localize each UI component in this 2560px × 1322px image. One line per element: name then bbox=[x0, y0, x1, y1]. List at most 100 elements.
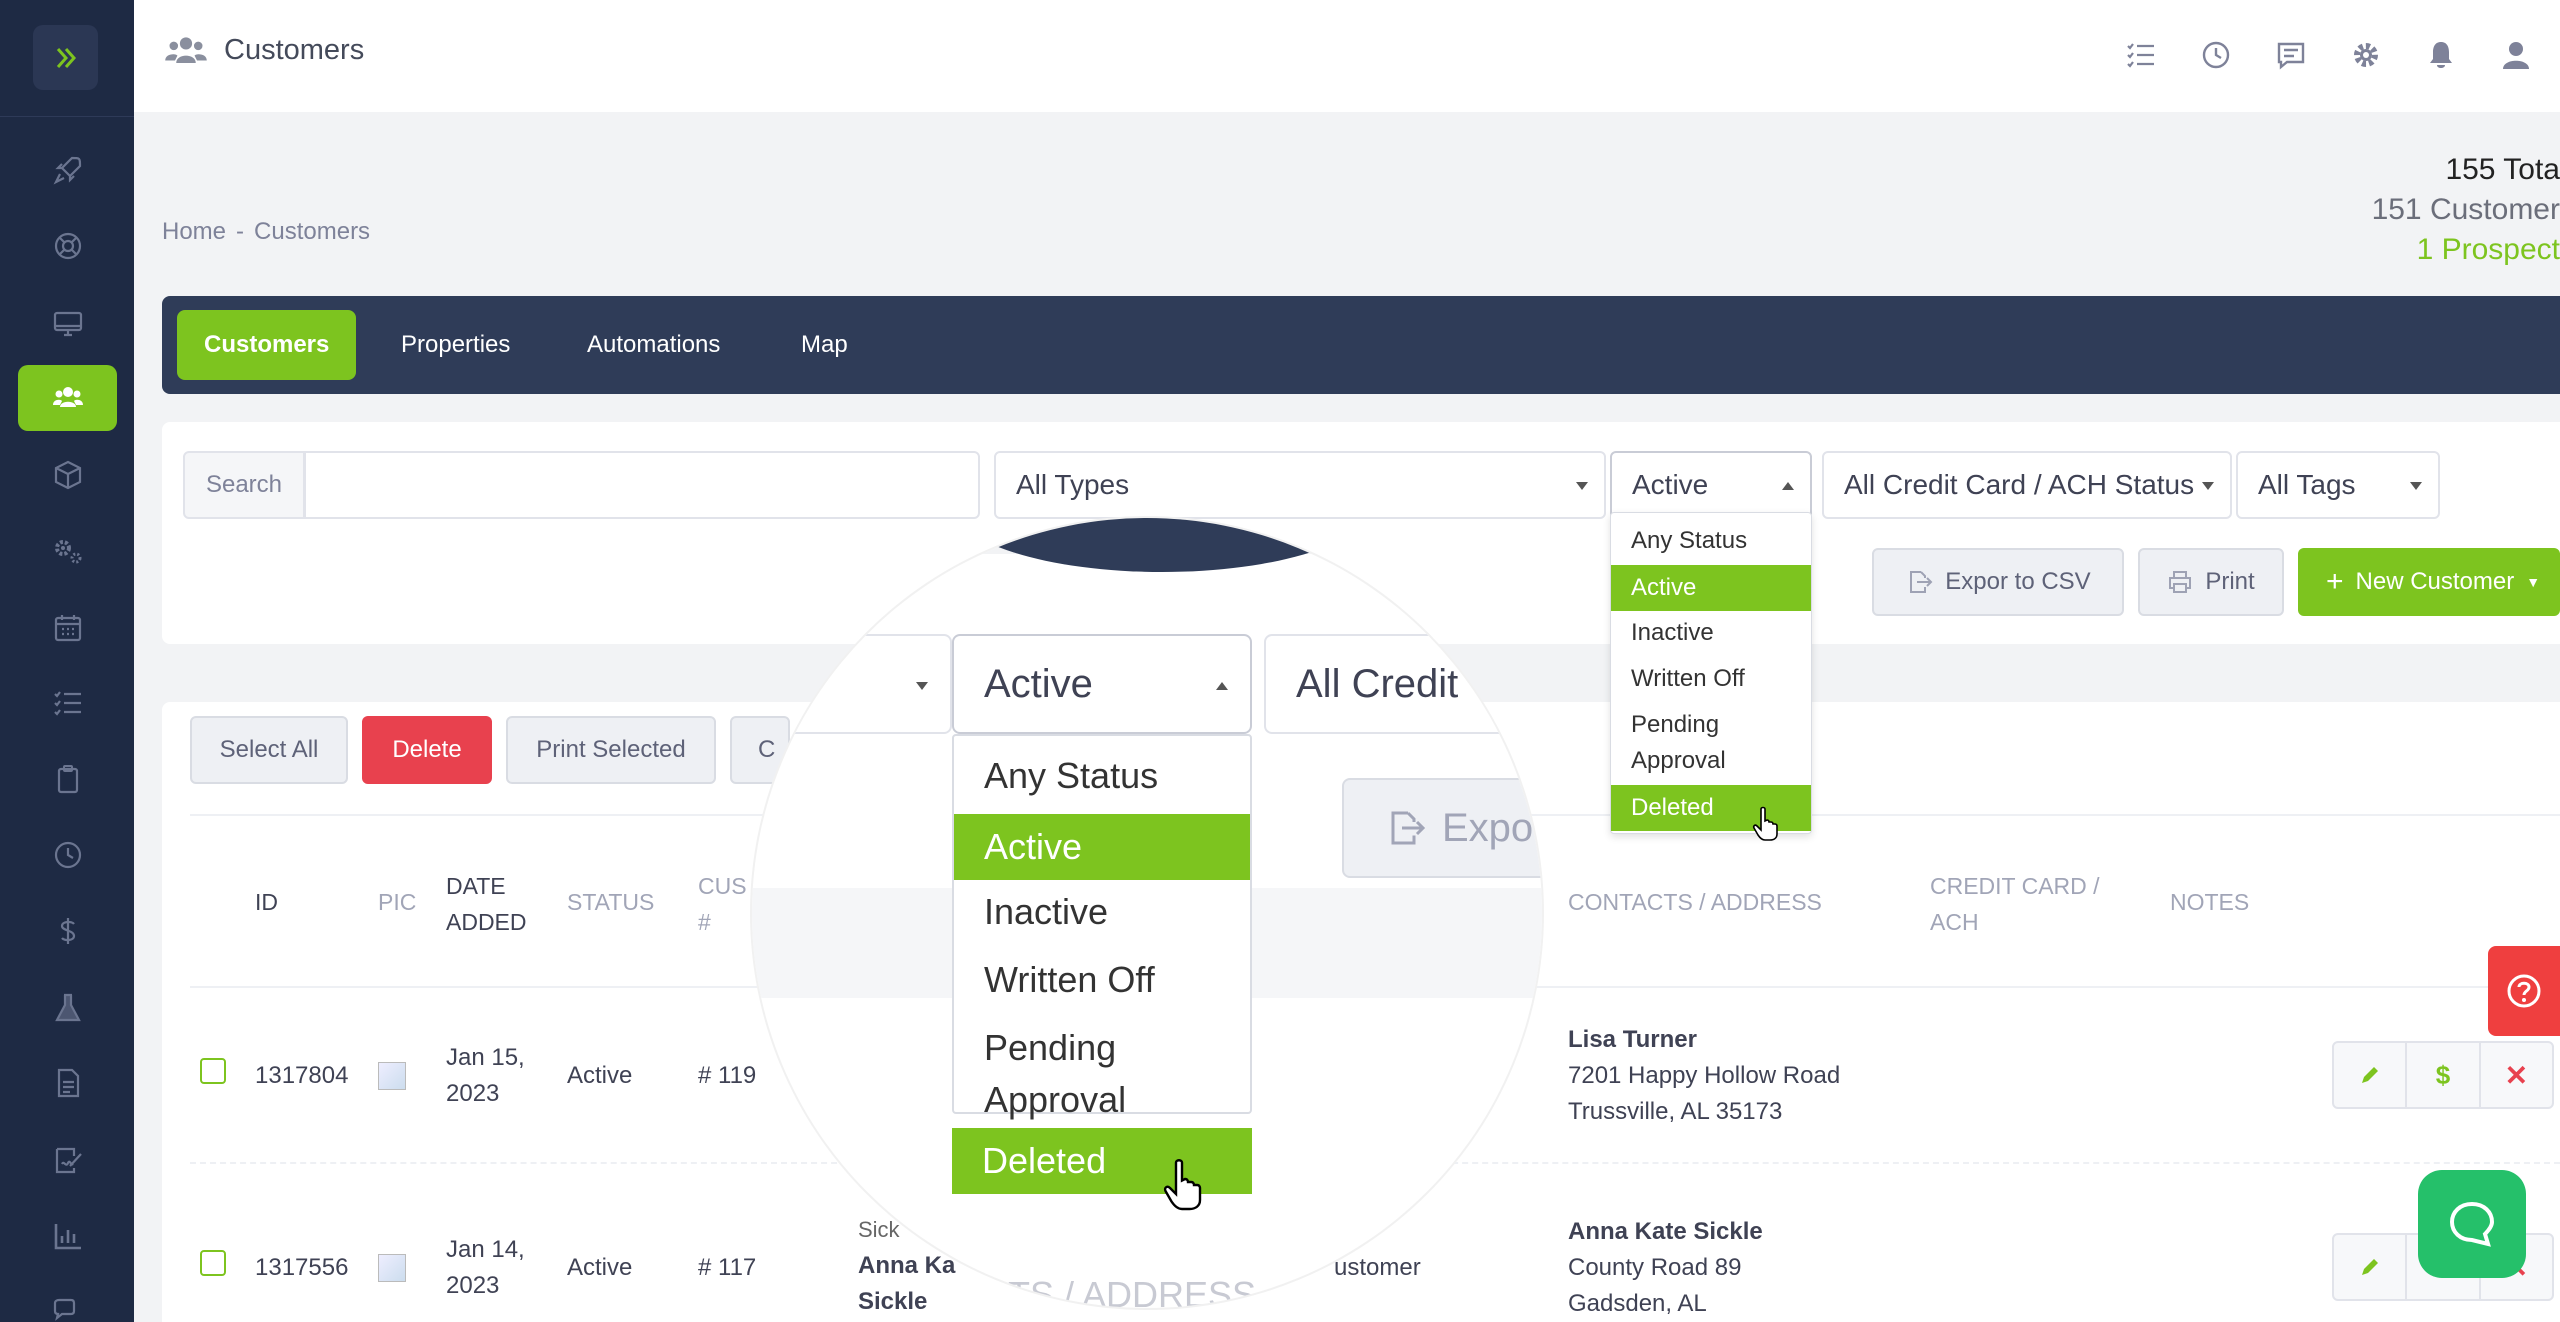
chat-bubbles-icon bbox=[53, 1298, 75, 1321]
edit-button[interactable] bbox=[2334, 1043, 2408, 1107]
sidebar-item-calendar[interactable] bbox=[18, 595, 117, 661]
status-option-any[interactable]: Any Status bbox=[1611, 523, 1811, 559]
new-customer-button[interactable]: + New Customer ▼ bbox=[2298, 548, 2560, 616]
sidebar-item-products[interactable] bbox=[18, 442, 117, 508]
edit-button[interactable] bbox=[2334, 1235, 2408, 1299]
sidebar-item-customers[interactable] bbox=[18, 365, 117, 431]
clock-icon[interactable] bbox=[2199, 38, 2233, 72]
contact-address-line-1: 7201 Happy Hollow Road bbox=[1568, 1062, 1841, 1089]
dollar-icon bbox=[60, 918, 75, 944]
column-header-notes: NOTES bbox=[2170, 889, 2250, 915]
sidebar-item-lab[interactable] bbox=[18, 975, 117, 1041]
chevron-down-icon bbox=[1576, 482, 1588, 490]
clipboard-icon bbox=[57, 765, 78, 794]
top-header: Customers bbox=[134, 0, 2560, 112]
magnifier-status-value: Active bbox=[984, 661, 1093, 706]
magnifier-payment-value: All Credit bbox=[1296, 661, 1459, 706]
tab-automations[interactable]: Automations bbox=[560, 310, 747, 380]
tab-map[interactable]: Map bbox=[774, 310, 875, 380]
column-header-contacts[interactable]: CONTACTS / ADDRESS bbox=[1568, 884, 1822, 920]
contact-name[interactable]: Anna Kate Sickle bbox=[1568, 1214, 1763, 1250]
zoom-magnifier: Active All Credit Expor CTS / ADDRESS An… bbox=[752, 518, 1542, 1308]
status-option-inactive[interactable]: Inactive bbox=[1611, 615, 1811, 651]
question-circle-icon bbox=[2507, 974, 2541, 1008]
search-input[interactable] bbox=[304, 451, 980, 519]
payment-status-value: All Credit Card / ACH Status bbox=[1844, 469, 2195, 500]
remove-button[interactable]: ✕ bbox=[2481, 1043, 2552, 1107]
message-icon[interactable] bbox=[2274, 38, 2308, 72]
live-chat-button[interactable] bbox=[2418, 1170, 2526, 1278]
cc-header-line-2: ACH bbox=[1930, 909, 1979, 935]
status-option-pending-approval[interactable]: Pending Approval bbox=[1611, 707, 1811, 779]
hand-cursor-icon bbox=[1752, 806, 1778, 841]
sidebar-item-settings[interactable] bbox=[18, 518, 117, 584]
cube-icon bbox=[54, 460, 81, 490]
column-header-id[interactable]: ID bbox=[255, 884, 278, 920]
magnifier-export-button: Expor bbox=[1342, 778, 1542, 878]
sidebar-item-monitor[interactable] bbox=[18, 290, 117, 356]
print-selected-button[interactable]: Print Selected bbox=[506, 716, 716, 784]
row-customer-number[interactable]: # 119 bbox=[698, 1058, 756, 1094]
contact-address-line-2: Gadsden, AL bbox=[1568, 1290, 1707, 1317]
status-option-active[interactable]: Active bbox=[1611, 565, 1811, 611]
export-icon bbox=[1910, 571, 1933, 593]
breadcrumb-home[interactable]: Home bbox=[162, 218, 226, 245]
contact-name[interactable]: Lisa Turner bbox=[1568, 1022, 1840, 1058]
magnifier-option-written-off: Written Off bbox=[984, 959, 1155, 1000]
sidebar-item-time[interactable] bbox=[18, 822, 117, 888]
sidebar-toggle-button[interactable] bbox=[33, 25, 98, 90]
status-filter-select[interactable]: Active bbox=[1610, 451, 1812, 519]
chevron-up-icon bbox=[1216, 682, 1228, 690]
sidebar-item-messages[interactable] bbox=[18, 1280, 117, 1322]
tab-customers[interactable]: Customers bbox=[177, 310, 357, 380]
column-header-date-added[interactable]: DATE ADDED bbox=[446, 868, 527, 940]
date-header-line-2: ADDED bbox=[446, 909, 527, 935]
sidebar-item-tasks[interactable] bbox=[18, 670, 117, 736]
chat-bubble-icon bbox=[2449, 1201, 2495, 1247]
prospects-count: 1 Prospect bbox=[2416, 233, 2560, 266]
tags-filter-select[interactable]: All Tags bbox=[2236, 451, 2440, 519]
row-customer-number[interactable]: # 117 bbox=[698, 1250, 756, 1286]
magnifier-status-select: Active bbox=[952, 634, 1252, 734]
type-filter-value: All Types bbox=[1016, 469, 1130, 500]
tasks-icon[interactable] bbox=[2124, 38, 2158, 72]
column-header-customer-number[interactable]: CUS # bbox=[698, 868, 747, 940]
document-icon bbox=[57, 1068, 79, 1098]
payment-status-select[interactable]: All Credit Card / ACH Status bbox=[1822, 451, 2232, 519]
sidebar-item-signature[interactable] bbox=[18, 1127, 117, 1193]
magnifier-type-select bbox=[752, 634, 952, 734]
sidebar-item-documents[interactable] bbox=[18, 1050, 117, 1116]
row-type: ustomer bbox=[1334, 1254, 1421, 1281]
billing-button[interactable]: $ bbox=[2407, 1043, 2481, 1107]
sidebar-item-support[interactable] bbox=[18, 213, 117, 279]
column-header-credit-card[interactable]: CREDIT CARD / ACH bbox=[1930, 868, 2100, 940]
cust-header-line-2: # bbox=[698, 909, 711, 935]
row-checkbox[interactable] bbox=[200, 1058, 226, 1084]
user-icon[interactable] bbox=[2499, 38, 2533, 72]
sidebar-item-reports[interactable] bbox=[18, 1203, 117, 1269]
chevron-down-icon bbox=[916, 682, 928, 690]
sidebar-item-dashboard[interactable] bbox=[18, 137, 117, 203]
sidebar-item-clipboard[interactable] bbox=[18, 746, 117, 812]
row-date: Jan 14, 2023 bbox=[446, 1232, 525, 1304]
bell-icon[interactable] bbox=[2424, 38, 2458, 72]
gear-icon[interactable] bbox=[2349, 38, 2383, 72]
select-all-button[interactable]: Select All bbox=[190, 716, 348, 784]
print-button[interactable]: Print bbox=[2138, 548, 2284, 616]
magnifier-option-pending-approval: Pending Approval bbox=[984, 1027, 1127, 1120]
printer-icon bbox=[2169, 571, 2192, 593]
export-csv-button[interactable]: Expor to CSV bbox=[1872, 548, 2124, 616]
calendar-icon bbox=[54, 615, 81, 642]
sidebar-item-billing[interactable] bbox=[18, 898, 117, 964]
status-option-written-off[interactable]: Written Off bbox=[1611, 661, 1811, 697]
help-button[interactable] bbox=[2488, 946, 2560, 1036]
users-icon bbox=[52, 387, 83, 407]
customers-count: 151 Customer bbox=[2371, 193, 2560, 226]
tab-properties[interactable]: Properties bbox=[374, 310, 537, 380]
column-header-status[interactable]: STATUS bbox=[567, 884, 654, 920]
row-id[interactable]: 1317804 bbox=[255, 1058, 348, 1094]
row-id[interactable]: 1317556 bbox=[255, 1250, 348, 1286]
row-checkbox[interactable] bbox=[200, 1250, 226, 1276]
type-filter-select[interactable]: All Types bbox=[994, 451, 1606, 519]
delete-button[interactable]: Delete bbox=[362, 716, 492, 784]
